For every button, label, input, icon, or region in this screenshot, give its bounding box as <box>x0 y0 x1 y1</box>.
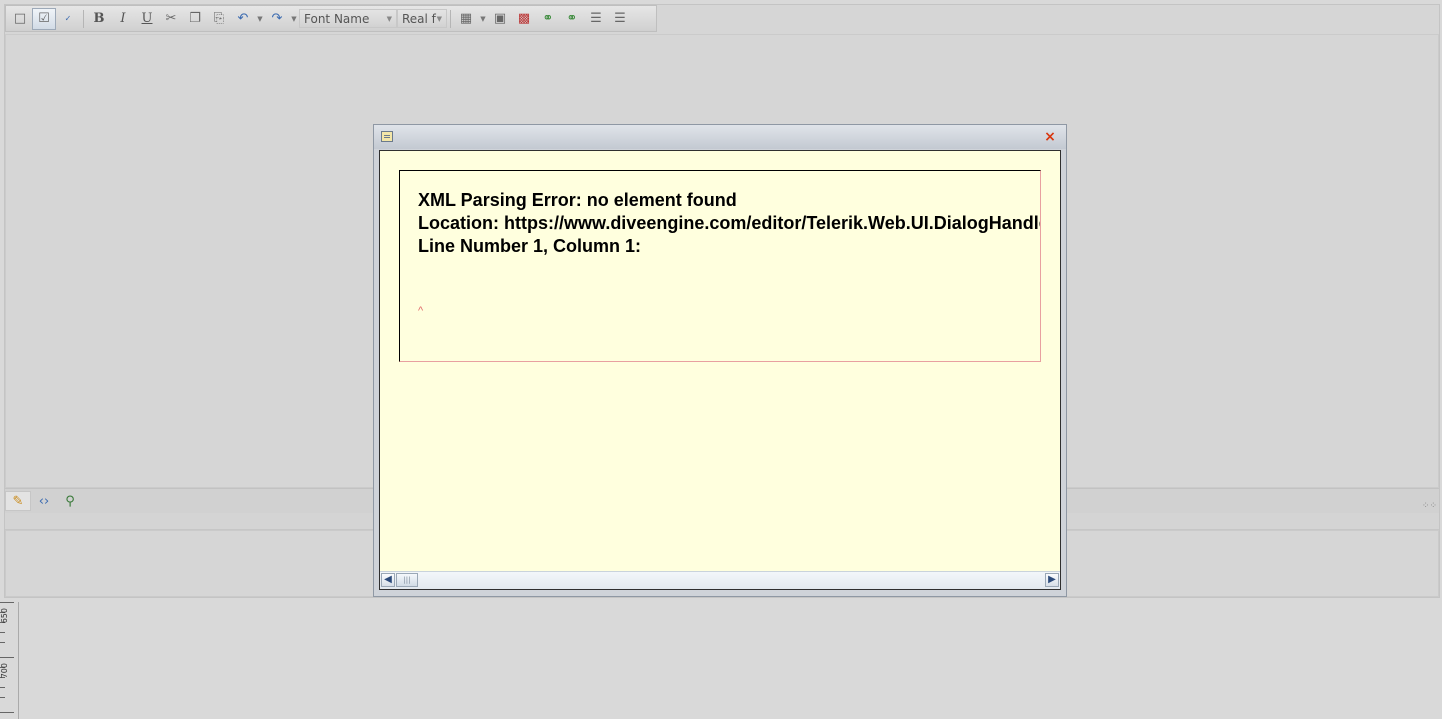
scroll-left-icon[interactable]: ◀ <box>381 573 395 587</box>
ruler-tick <box>0 602 14 603</box>
error-line-number: Line Number 1, Column 1: <box>418 236 642 256</box>
horizontal-scrollbar[interactable]: ◀ ||| ▶ <box>380 571 1060 589</box>
editor-toolbar: □ ☑ ✓ B I U ✂ ❐ ⎘ ↶ ▼ ↷ ▼ Font Name ▼ Re… <box>5 5 657 32</box>
bulleted-list-icon[interactable]: ☰ <box>608 8 632 30</box>
ruler-tick <box>0 642 5 643</box>
vertical-ruler: 650 700 <box>0 602 19 719</box>
template-manager-icon[interactable]: ☑ <box>32 7 56 30</box>
dialog-window: × XML Parsing Error: no element found Lo… <box>373 124 1067 597</box>
table-icon[interactable]: ▦ <box>454 8 478 30</box>
font-name-dropdown[interactable]: Font Name ▼ <box>299 9 397 28</box>
copy-icon[interactable]: ❐ <box>183 8 207 30</box>
new-document-icon[interactable]: □ <box>8 8 32 30</box>
ruler-label: 700 <box>0 663 9 679</box>
html-mode-icon[interactable]: ‹› <box>31 491 57 511</box>
close-icon[interactable]: × <box>1043 130 1057 144</box>
dialog-window-icon <box>381 131 393 142</box>
bold-button[interactable]: B <box>87 8 111 30</box>
paste-icon[interactable]: ⎘ <box>207 8 231 30</box>
xml-parsing-error-box: XML Parsing Error: no element found Loca… <box>399 170 1041 362</box>
font-size-dropdown[interactable]: Real f ▼ <box>397 9 447 28</box>
scrollbar-thumb[interactable]: ||| <box>396 573 418 587</box>
ruler-label: 650 <box>0 608 9 624</box>
chevron-down-icon: ▼ <box>386 14 392 23</box>
image-manager-icon[interactable]: ▣ <box>488 8 512 30</box>
preview-mode-icon[interactable]: ⚲ <box>57 491 83 511</box>
undo-dropdown-chevron-icon[interactable]: ▼ <box>255 15 265 23</box>
resize-grip-icon[interactable]: ⁘⁘ <box>1422 501 1437 511</box>
font-name-value: Font Name <box>304 11 370 26</box>
hyperlink-icon[interactable]: ⚭ <box>536 8 560 30</box>
dialog-titlebar[interactable]: × <box>374 125 1066 149</box>
chevron-down-icon: ▼ <box>436 14 442 23</box>
cut-icon[interactable]: ✂ <box>159 8 183 30</box>
error-title: XML Parsing Error: no element found <box>418 190 737 210</box>
italic-button[interactable]: I <box>111 8 135 30</box>
table-dropdown-chevron-icon[interactable]: ▼ <box>478 15 488 23</box>
underline-button[interactable]: U <box>135 8 159 30</box>
ruler-tick <box>0 697 5 698</box>
scroll-right-icon[interactable]: ▶ <box>1045 573 1059 587</box>
ordered-list-icon[interactable]: ☰ <box>584 8 608 30</box>
ruler-tick <box>0 687 5 688</box>
redo-icon[interactable]: ↷ <box>265 8 289 30</box>
flash-manager-icon[interactable]: ▩ <box>512 8 536 30</box>
error-location: Location: https://www.diveengine.com/edi… <box>418 213 1041 233</box>
font-size-value: Real f <box>402 11 436 26</box>
undo-icon[interactable]: ↶ <box>231 8 255 30</box>
dialog-content-frame: XML Parsing Error: no element found Loca… <box>379 150 1061 590</box>
toolbar-separator <box>83 9 84 28</box>
design-mode-icon[interactable]: ✎ <box>5 491 31 511</box>
spellcheck-icon[interactable]: ✓ <box>56 8 80 30</box>
redo-dropdown-chevron-icon[interactable]: ▼ <box>289 15 299 23</box>
ruler-tick <box>0 712 14 713</box>
remove-link-icon[interactable]: ⚭ <box>560 8 584 30</box>
error-caret: ^ <box>418 305 424 317</box>
ruler-tick <box>0 632 5 633</box>
toolbar-separator <box>450 9 451 28</box>
ruler-tick <box>0 657 14 658</box>
